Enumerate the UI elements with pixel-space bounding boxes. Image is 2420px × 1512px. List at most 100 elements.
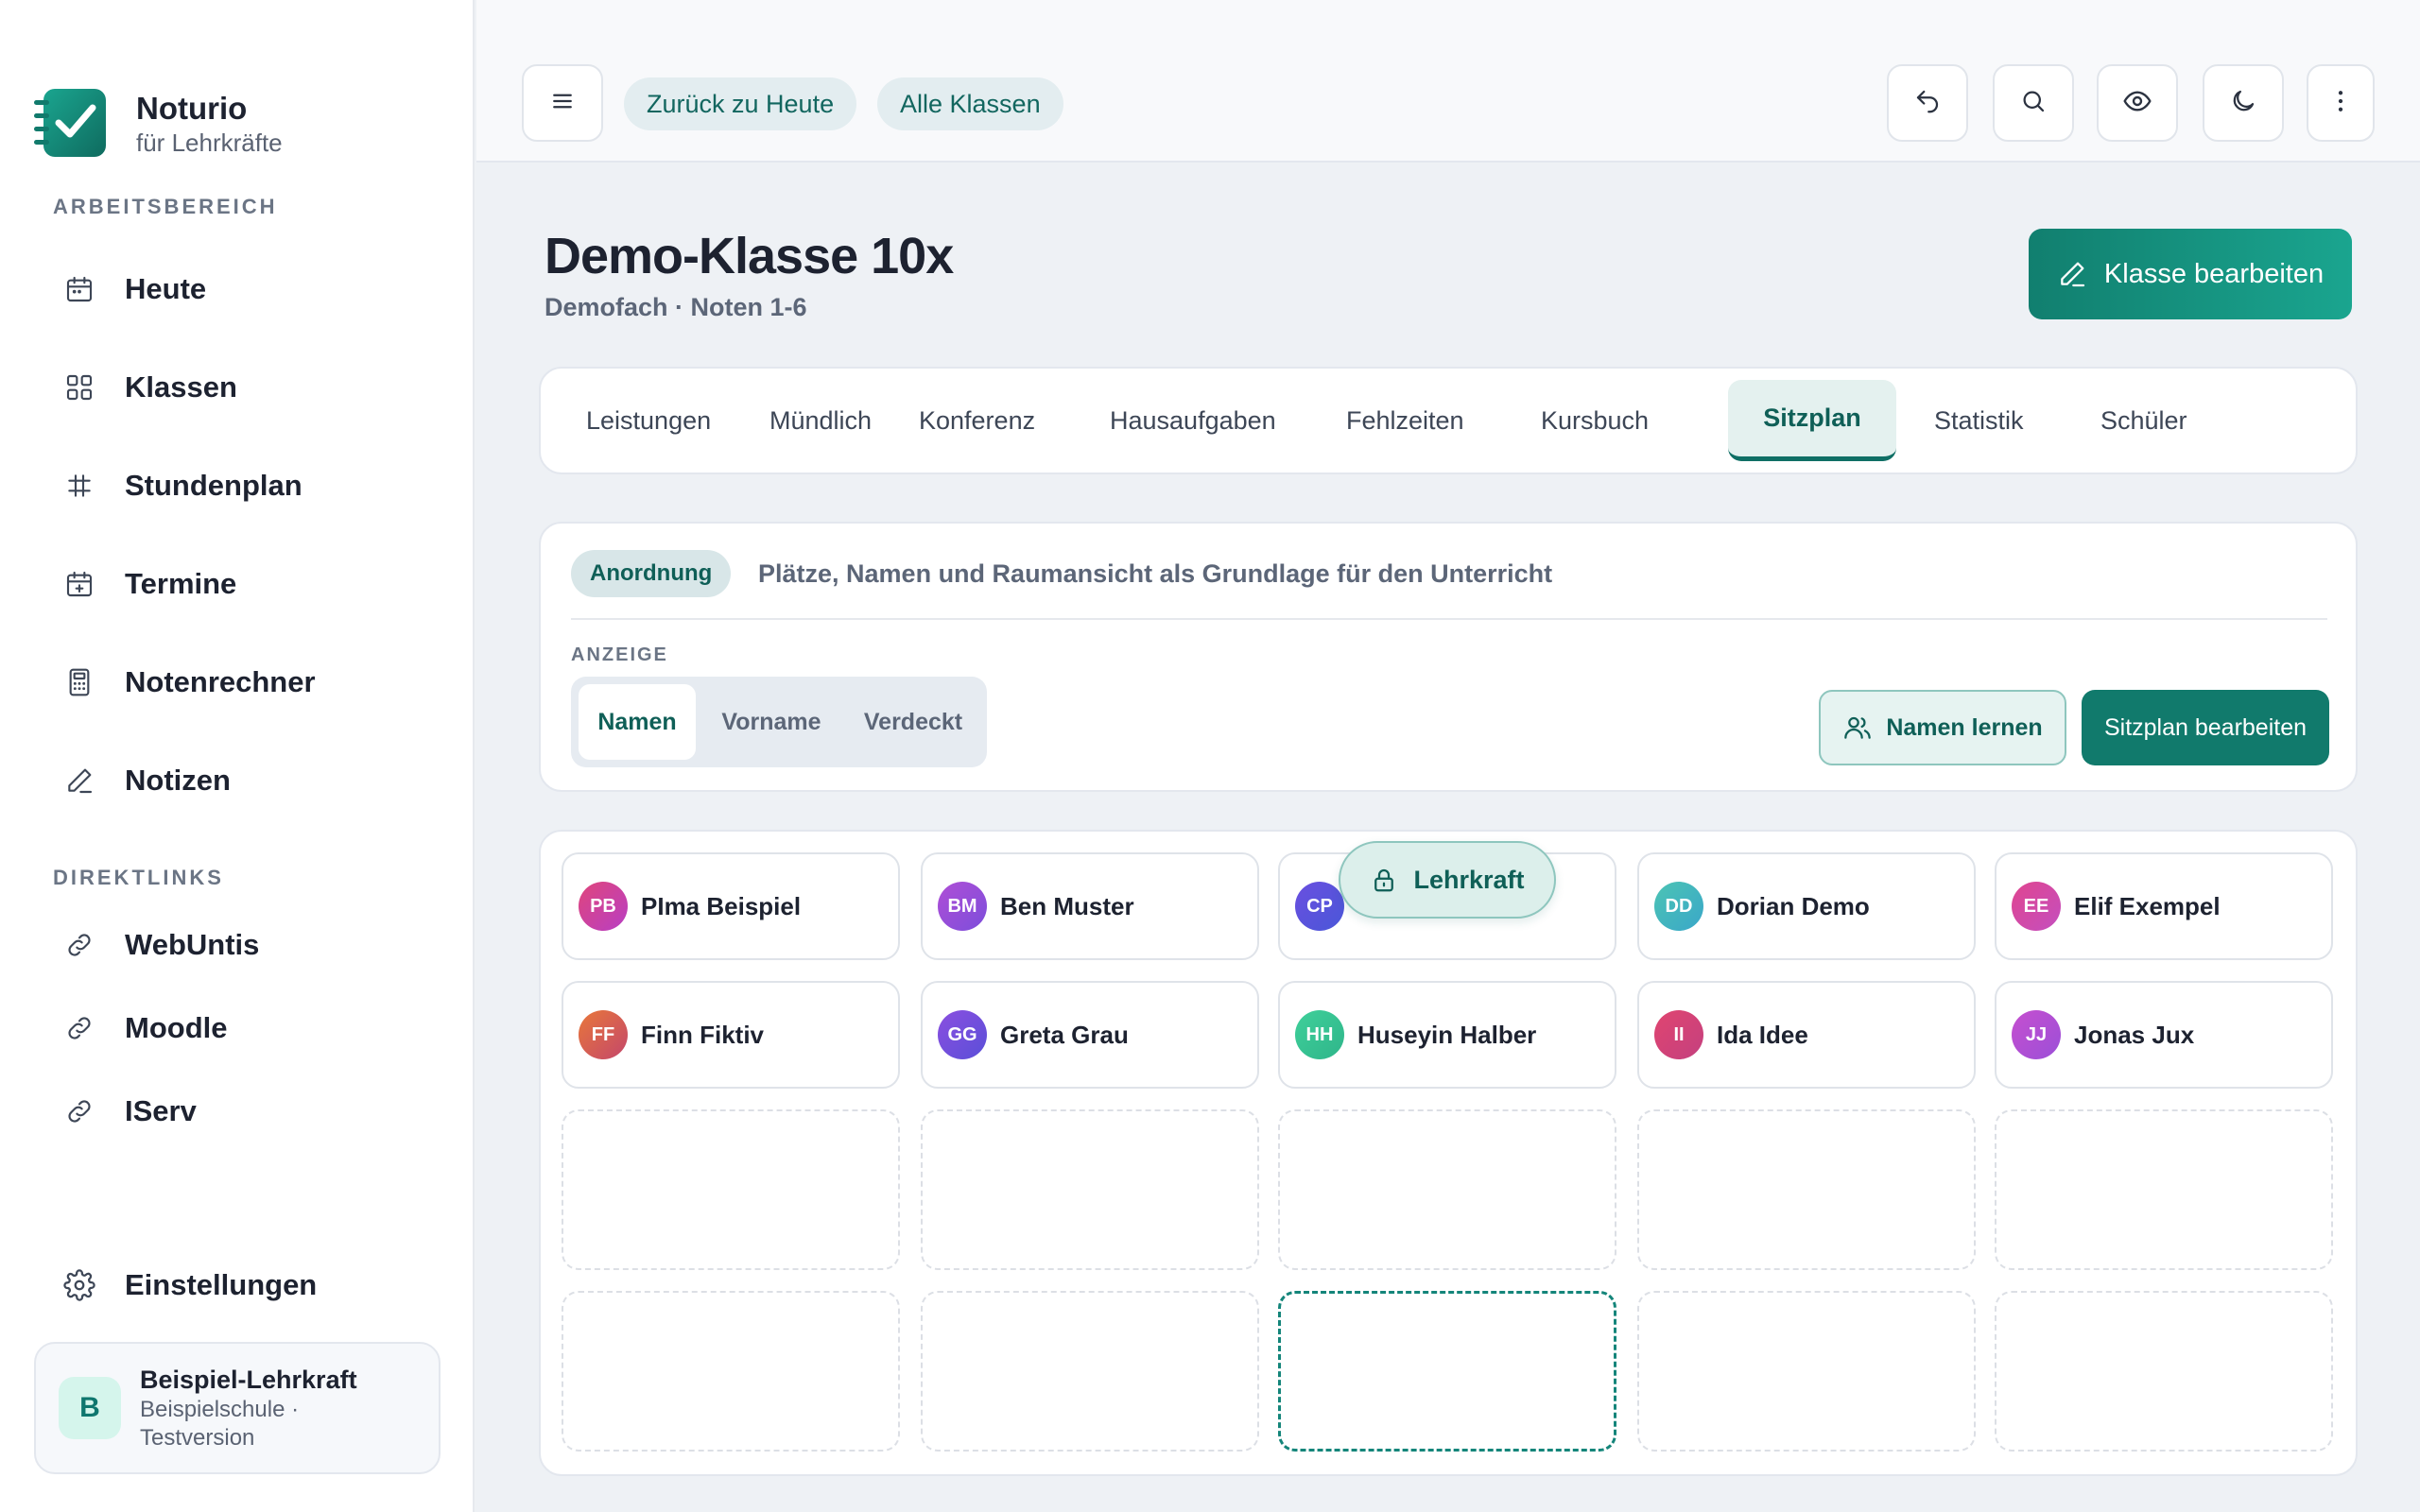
sidebar-link-label: Moodle bbox=[125, 1011, 228, 1044]
seat-student[interactable]: GG Greta Grau bbox=[921, 981, 1259, 1089]
display-option-namen[interactable]: Namen bbox=[579, 684, 696, 760]
tab-kursbuch[interactable]: Kursbuch bbox=[1507, 380, 1683, 461]
gear-icon bbox=[62, 1268, 96, 1302]
edit-class-button[interactable]: Klasse bearbeiten bbox=[2029, 229, 2352, 319]
page-title: Demo-Klasse 10x bbox=[544, 228, 954, 284]
breadcrumb-back-today[interactable]: Zurück zu Heute bbox=[624, 77, 857, 130]
tab-konferenz[interactable]: Konferenz bbox=[885, 380, 1069, 461]
avatar: B bbox=[59, 1377, 121, 1439]
user-info: Beispiel-Lehrkraft Beispielschule · Test… bbox=[140, 1364, 357, 1452]
seat-empty[interactable] bbox=[1995, 1291, 2333, 1452]
tab-statistik[interactable]: Statistik bbox=[1900, 380, 2058, 461]
user-school: Beispielschule · bbox=[140, 1397, 300, 1422]
sidebar-item-notizen[interactable]: Notizen bbox=[34, 743, 441, 818]
seat-student[interactable]: HH Huseyin Halber bbox=[1278, 981, 1616, 1089]
brand-name: Noturio bbox=[136, 91, 248, 126]
sidebar-item-klassen[interactable]: Klassen bbox=[34, 350, 441, 425]
seat-student[interactable]: JJ Jonas Jux bbox=[1995, 981, 2333, 1089]
seat-student[interactable]: DD Dorian Demo bbox=[1637, 852, 1976, 960]
sidebar-item-notenrechner[interactable]: Notenrechner bbox=[34, 644, 441, 720]
links-section-label: DIREKTLINKS bbox=[53, 866, 224, 889]
sidebar-item-label: Heute bbox=[125, 272, 207, 305]
tab-schueler[interactable]: Schüler bbox=[2066, 380, 2221, 461]
avatar: HH bbox=[1295, 1010, 1344, 1059]
display-option-verdeckt[interactable]: Verdeckt bbox=[845, 684, 981, 760]
tab-bar: Leistungen Mündlich Konferenz Hausaufgab… bbox=[539, 367, 2358, 474]
avatar: FF bbox=[579, 1010, 628, 1059]
tab-fehlzeiten[interactable]: Fehlzeiten bbox=[1312, 380, 1498, 461]
view-toggle-button[interactable] bbox=[2097, 64, 2178, 142]
link-icon bbox=[62, 928, 96, 962]
display-label: ANZEIGE bbox=[571, 644, 668, 665]
seat-empty[interactable] bbox=[1278, 1109, 1616, 1270]
teacher-desk-handle[interactable]: Lehrkraft bbox=[1339, 841, 1556, 919]
menu-button[interactable] bbox=[522, 64, 603, 142]
display-option-vorname[interactable]: Vorname bbox=[703, 684, 839, 760]
brand[interactable]: Noturio für Lehrkräfte bbox=[34, 87, 283, 161]
sidebar-item-termine[interactable]: Termine bbox=[34, 546, 441, 622]
student-name: Ida Idee bbox=[1717, 1020, 1808, 1049]
dark-mode-button[interactable] bbox=[2203, 64, 2284, 142]
sidebar-link-webuntis[interactable]: WebUntis bbox=[34, 907, 441, 983]
search-icon bbox=[2019, 87, 2048, 120]
tab-muendlich[interactable]: Mündlich bbox=[735, 380, 906, 461]
avatar: II bbox=[1654, 1010, 1703, 1059]
sidebar-item-settings[interactable]: Einstellungen bbox=[34, 1247, 441, 1323]
users-icon bbox=[1842, 713, 1873, 743]
tab-sitzplan[interactable]: Sitzplan bbox=[1728, 380, 1896, 461]
tab-hausaufgaben[interactable]: Hausaufgaben bbox=[1076, 380, 1310, 461]
seat-empty[interactable] bbox=[921, 1109, 1259, 1270]
user-plan: Testversion bbox=[140, 1425, 255, 1451]
calendar-plus-icon bbox=[62, 567, 96, 601]
sidebar-item-stundenplan[interactable]: Stundenplan bbox=[34, 448, 441, 524]
user-card[interactable]: B Beispiel-Lehrkraft Beispielschule · Te… bbox=[34, 1342, 441, 1474]
sidebar-item-label: Notizen bbox=[125, 764, 231, 797]
teacher-label: Lehrkraft bbox=[1413, 865, 1525, 894]
seat-student[interactable]: EE Elif Exempel bbox=[1995, 852, 2333, 960]
seat-drop-target[interactable] bbox=[1278, 1291, 1616, 1452]
seat-empty[interactable] bbox=[1637, 1109, 1976, 1270]
seat-student[interactable]: BM Ben Muster bbox=[921, 852, 1259, 960]
seat-student[interactable]: FF Finn Fiktiv bbox=[562, 981, 900, 1089]
learn-names-label: Namen lernen bbox=[1886, 713, 2043, 741]
timetable-icon bbox=[62, 469, 96, 503]
seat-student[interactable]: II Ida Idee bbox=[1637, 981, 1976, 1089]
sidebar-link-label: WebUntis bbox=[125, 928, 260, 961]
sidebar-item-heute[interactable]: Heute bbox=[34, 251, 441, 327]
sidebar-link-moodle[interactable]: Moodle bbox=[34, 990, 441, 1066]
panel-description: Plätze, Namen und Raumansicht als Grundl… bbox=[758, 559, 1553, 588]
more-button[interactable] bbox=[2307, 64, 2375, 142]
seat-empty[interactable] bbox=[562, 1109, 900, 1270]
grid-icon bbox=[62, 370, 96, 404]
search-button[interactable] bbox=[1993, 64, 2074, 142]
sidebar: Noturio für Lehrkräfte ARBEITSBEREICH He… bbox=[0, 0, 475, 1512]
link-icon bbox=[62, 1094, 96, 1128]
sidebar-link-label: IServ bbox=[125, 1094, 197, 1127]
seat-empty[interactable] bbox=[921, 1291, 1259, 1452]
breadcrumb-all-classes[interactable]: Alle Klassen bbox=[877, 77, 1063, 130]
seat-student[interactable]: PB PIma Beispiel bbox=[562, 852, 900, 960]
edit-seating-button[interactable]: Sitzplan bearbeiten bbox=[2082, 690, 2329, 765]
edit-class-label: Klasse bearbeiten bbox=[2103, 258, 2325, 289]
workspace-section-label: ARBEITSBEREICH bbox=[53, 195, 278, 218]
sidebar-item-label: Termine bbox=[125, 567, 237, 600]
seat-empty[interactable] bbox=[1995, 1109, 2333, 1270]
eye-icon bbox=[2122, 86, 2152, 121]
learn-names-button[interactable]: Namen lernen bbox=[1819, 690, 2066, 765]
pencil-icon bbox=[62, 764, 96, 798]
student-name: PIma Beispiel bbox=[641, 891, 802, 920]
lock-icon bbox=[1370, 866, 1398, 894]
seat-empty[interactable] bbox=[1637, 1291, 1976, 1452]
student-name: Huseyin Halber bbox=[1357, 1020, 1537, 1049]
divider bbox=[571, 618, 2327, 620]
calendar-icon bbox=[62, 272, 96, 306]
tab-leistungen[interactable]: Leistungen bbox=[552, 380, 745, 461]
seat-empty[interactable] bbox=[562, 1291, 900, 1452]
sidebar-link-iserv[interactable]: IServ bbox=[34, 1074, 441, 1149]
sidebar-item-label: Einstellungen bbox=[125, 1268, 318, 1301]
undo-button[interactable] bbox=[1887, 64, 1968, 142]
avatar: GG bbox=[938, 1010, 987, 1059]
pencil-icon bbox=[2057, 259, 2087, 289]
avatar: CP bbox=[1295, 882, 1344, 931]
sidebar-item-label: Stundenplan bbox=[125, 469, 302, 502]
